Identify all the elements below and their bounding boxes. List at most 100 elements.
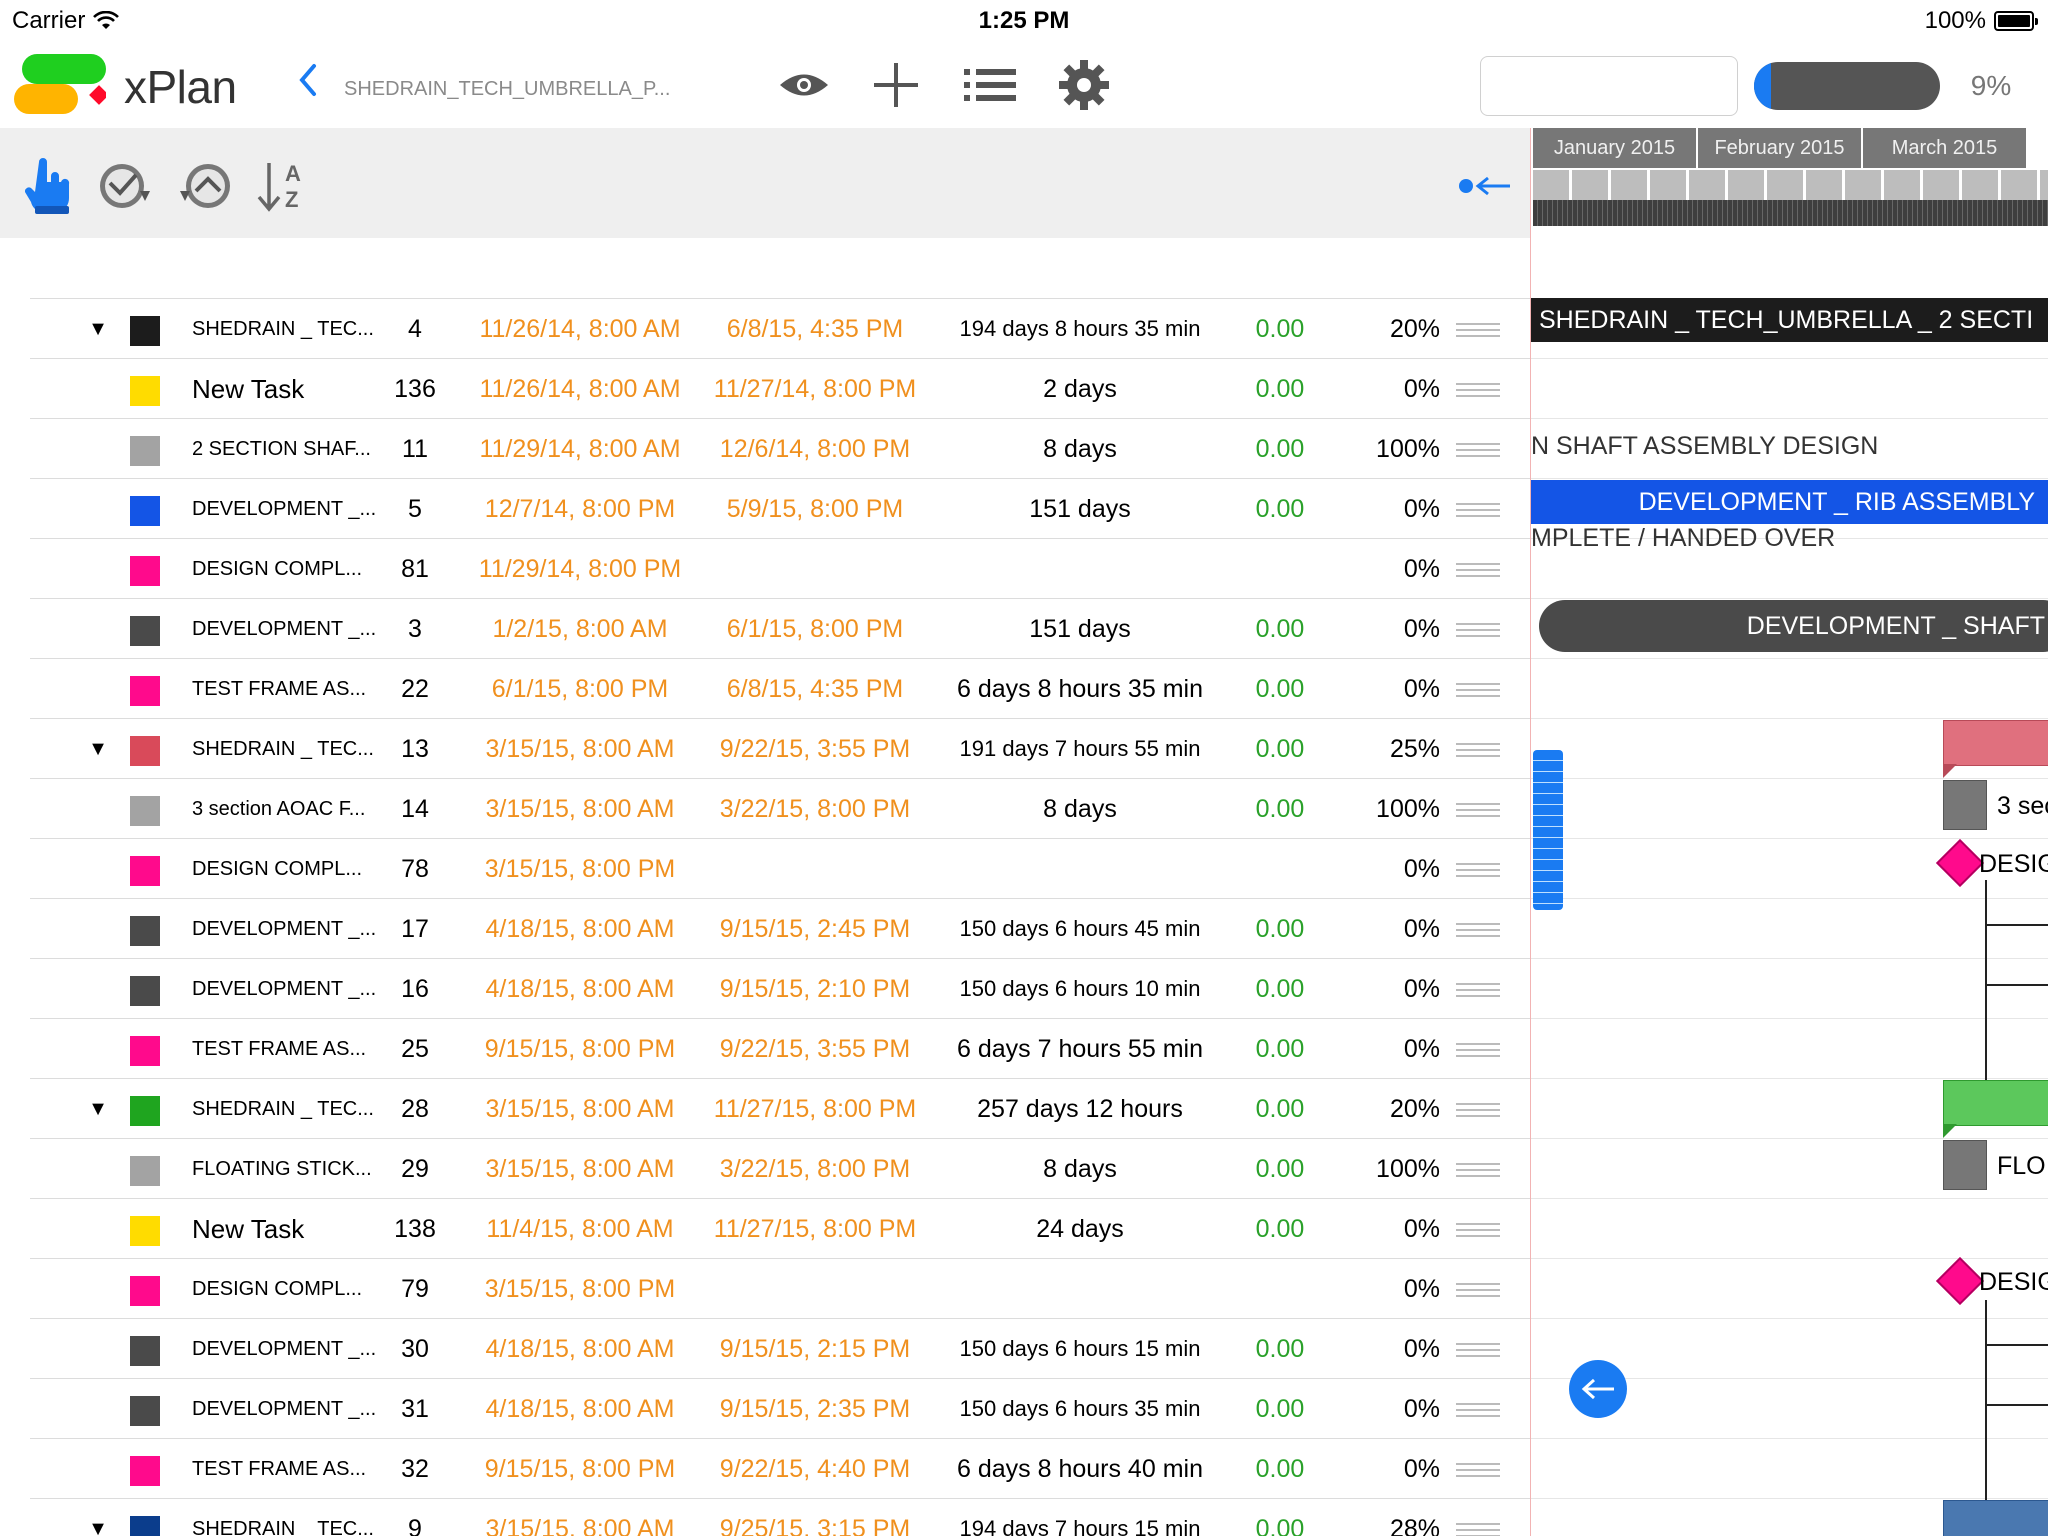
- task-color-swatch[interactable]: [130, 676, 160, 706]
- task-duration[interactable]: 24 days: [930, 1199, 1230, 1259]
- task-percent-complete[interactable]: 100%: [1330, 779, 1440, 839]
- drag-handle-icon[interactable]: [1456, 923, 1500, 937]
- disclosure-triangle-icon[interactable]: [86, 479, 110, 539]
- settings-button[interactable]: [1056, 60, 1112, 110]
- table-row[interactable]: FLOATING STICK... 29 3/15/15, 8:00 AM 3/22/…: [30, 1138, 1530, 1198]
- disclosure-triangle-icon[interactable]: ▼: [86, 1079, 110, 1139]
- drag-handle-icon[interactable]: [1456, 323, 1500, 337]
- task-duration[interactable]: [930, 839, 1230, 899]
- task-duration[interactable]: [930, 1259, 1230, 1319]
- task-cost[interactable]: 0.00: [1230, 899, 1330, 959]
- gantt-bar-shaft-dev[interactable]: DEVELOPMENT _ SHAFT: [1539, 600, 2048, 652]
- table-row[interactable]: ▼ SHEDRAIN _ TEC... 13 3/15/15, 8:00 AM 9/22…: [30, 718, 1530, 778]
- task-percent-complete[interactable]: 0%: [1330, 959, 1440, 1019]
- table-row[interactable]: 2 SECTION SHAF... 11 11/29/14, 8:00 AM 12/6…: [30, 418, 1530, 478]
- task-color-swatch[interactable]: [130, 1096, 160, 1126]
- task-percent-complete[interactable]: 0%: [1330, 599, 1440, 659]
- task-start[interactable]: 4/18/15, 8:00 AM: [460, 899, 700, 959]
- task-name[interactable]: DESIGN COMPL...: [192, 539, 402, 599]
- task-duration[interactable]: 151 days: [930, 599, 1230, 659]
- task-duration[interactable]: 8 days: [930, 419, 1230, 479]
- task-finish[interactable]: [690, 539, 940, 599]
- drag-handle-icon[interactable]: [1456, 1523, 1500, 1536]
- task-cost[interactable]: 0.00: [1230, 1079, 1330, 1139]
- disclosure-triangle-icon[interactable]: [86, 1139, 110, 1199]
- task-start[interactable]: 3/15/15, 8:00 AM: [460, 1079, 700, 1139]
- drag-handle-icon[interactable]: [1456, 443, 1500, 457]
- task-color-swatch[interactable]: [130, 1456, 160, 1486]
- drag-handle-icon[interactable]: [1456, 563, 1500, 577]
- table-row[interactable]: DEVELOPMENT _... 31 4/18/15, 8:00 AM 9/15/1…: [30, 1378, 1530, 1438]
- drag-handle-icon[interactable]: [1456, 1103, 1500, 1117]
- table-row[interactable]: DEVELOPMENT _... 30 4/18/15, 8:00 AM 9/15/1…: [30, 1318, 1530, 1378]
- drag-handle-icon[interactable]: [1456, 1283, 1500, 1297]
- task-start[interactable]: 1/2/15, 8:00 AM: [460, 599, 700, 659]
- task-duration[interactable]: [930, 539, 1230, 599]
- task-name[interactable]: 3 section AOAC F...: [192, 779, 402, 839]
- task-cost[interactable]: 0.00: [1230, 299, 1330, 359]
- task-name[interactable]: SHEDRAIN _ TEC...: [192, 299, 402, 359]
- task-cost[interactable]: 0.00: [1230, 959, 1330, 1019]
- task-duration[interactable]: 150 days 6 hours 45 min: [930, 899, 1230, 959]
- table-row[interactable]: 3 section AOAC F... 14 3/15/15, 8:00 AM 3/2…: [30, 778, 1530, 838]
- task-duration[interactable]: 150 days 6 hours 35 min: [930, 1379, 1230, 1439]
- schedule-forward-button[interactable]: [94, 156, 154, 216]
- drag-handle-icon[interactable]: [1456, 1043, 1500, 1057]
- table-row[interactable]: TEST FRAME AS... 22 6/1/15, 8:00 PM 6/8/15,…: [30, 658, 1530, 718]
- timeline-scroll-handle[interactable]: [1533, 750, 1563, 910]
- task-cost[interactable]: 0.00: [1230, 1199, 1330, 1259]
- back-button[interactable]: [296, 62, 326, 102]
- task-percent-complete[interactable]: 0%: [1330, 1019, 1440, 1079]
- task-color-swatch[interactable]: [130, 796, 160, 826]
- task-finish[interactable]: 9/22/15, 4:40 PM: [690, 1439, 940, 1499]
- task-percent-complete[interactable]: 0%: [1330, 539, 1440, 599]
- task-start[interactable]: 3/15/15, 8:00 AM: [460, 1139, 700, 1199]
- task-cost[interactable]: 0.00: [1230, 779, 1330, 839]
- drag-handle-icon[interactable]: [1456, 1343, 1500, 1357]
- table-row[interactable]: DEVELOPMENT _... 16 4/18/15, 8:00 AM 9/15/1…: [30, 958, 1530, 1018]
- drag-handle-icon[interactable]: [1456, 983, 1500, 997]
- disclosure-triangle-icon[interactable]: ▼: [86, 719, 110, 779]
- task-percent-complete[interactable]: 0%: [1330, 899, 1440, 959]
- drag-handle-icon[interactable]: [1456, 1403, 1500, 1417]
- task-percent-complete[interactable]: 0%: [1330, 1319, 1440, 1379]
- disclosure-triangle-icon[interactable]: ▼: [86, 299, 110, 359]
- table-row[interactable]: DEVELOPMENT _... 5 12/7/14, 8:00 PM 5/9/15,…: [30, 478, 1530, 538]
- task-start[interactable]: 11/26/14, 8:00 AM: [460, 359, 700, 419]
- task-finish[interactable]: [690, 839, 940, 899]
- task-finish[interactable]: 11/27/14, 8:00 PM: [690, 359, 940, 419]
- task-color-swatch[interactable]: [130, 1336, 160, 1366]
- table-row[interactable]: DEVELOPMENT _... 3 1/2/15, 8:00 AM 6/1/15, …: [30, 598, 1530, 658]
- gantt-task-block-floating[interactable]: [1943, 1140, 1987, 1190]
- task-color-swatch[interactable]: [130, 556, 160, 586]
- task-cost[interactable]: 0.00: [1230, 1019, 1330, 1079]
- task-cost[interactable]: 0.00: [1230, 1439, 1330, 1499]
- disclosure-triangle-icon[interactable]: [86, 779, 110, 839]
- gantt-summary-bar-3[interactable]: [1943, 1080, 2048, 1126]
- task-percent-complete[interactable]: 100%: [1330, 1139, 1440, 1199]
- task-percent-complete[interactable]: 0%: [1330, 479, 1440, 539]
- task-duration[interactable]: 8 days: [930, 779, 1230, 839]
- task-name[interactable]: New Task: [192, 359, 402, 419]
- task-cost[interactable]: 0.00: [1230, 479, 1330, 539]
- drag-handle-icon[interactable]: [1456, 383, 1500, 397]
- task-cost[interactable]: 0.00: [1230, 1319, 1330, 1379]
- gantt-summary-bar-4[interactable]: [1943, 1500, 2048, 1536]
- drag-handle-icon[interactable]: [1456, 863, 1500, 877]
- disclosure-triangle-icon[interactable]: [86, 839, 110, 899]
- task-duration[interactable]: 6 days 7 hours 55 min: [930, 1019, 1230, 1079]
- task-duration[interactable]: 194 days 8 hours 35 min: [930, 299, 1230, 359]
- drag-handle-icon[interactable]: [1456, 683, 1500, 697]
- task-finish[interactable]: 9/15/15, 2:35 PM: [690, 1379, 940, 1439]
- task-finish[interactable]: 9/15/15, 2:15 PM: [690, 1319, 940, 1379]
- disclosure-triangle-icon[interactable]: [86, 1439, 110, 1499]
- task-cost[interactable]: 0.00: [1230, 1379, 1330, 1439]
- task-name[interactable]: DEVELOPMENT _...: [192, 1379, 402, 1439]
- task-duration[interactable]: 194 days 7 hours 15 min: [930, 1499, 1230, 1536]
- task-duration[interactable]: 257 days 12 hours: [930, 1079, 1230, 1139]
- task-name[interactable]: SHEDRAIN _ TEC...: [192, 719, 402, 779]
- task-start[interactable]: 3/15/15, 8:00 PM: [460, 1259, 700, 1319]
- disclosure-triangle-icon[interactable]: [86, 419, 110, 479]
- task-start[interactable]: 11/29/14, 8:00 PM: [460, 539, 700, 599]
- task-name[interactable]: DEVELOPMENT _...: [192, 599, 402, 659]
